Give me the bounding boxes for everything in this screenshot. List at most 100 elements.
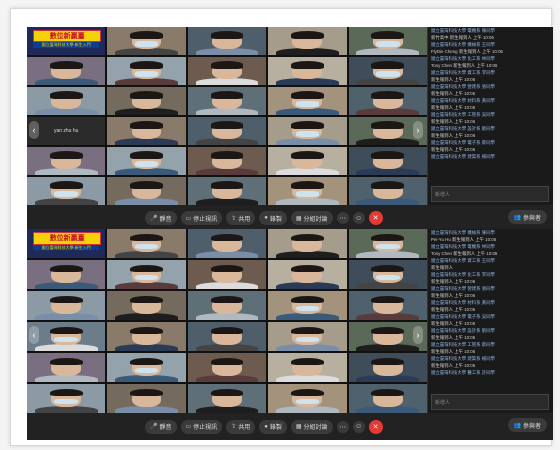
face-mask: [295, 305, 320, 312]
chat-message: 國立臺灣科技大學 設計系 劉同學: [431, 126, 495, 131]
participant-video-tile: [268, 229, 347, 258]
participant-hair: [49, 264, 83, 273]
chat-message: 新生報到人 上午 10:06: [431, 363, 476, 368]
participant-hair: [210, 233, 244, 242]
participant-hair: [290, 264, 324, 273]
slide-banner-text: 數位新贏臺: [49, 33, 85, 41]
participant-hair: [371, 181, 405, 189]
chat-panel-bottom: 國立臺灣科技大學 機械系 陳同學 Pei-Yu Hu 新生報到人 上午 10:06…: [427, 229, 553, 413]
chat-message: 新生報到人 上午 10:06: [431, 105, 476, 110]
participants-icon: 👥: [513, 422, 521, 429]
participant-hair: [130, 326, 164, 335]
participant-video-tile: [268, 260, 347, 289]
stop-video-button[interactable]: ▭ 停止視訊: [180, 211, 223, 225]
record-button[interactable]: ● 錄製: [259, 419, 287, 434]
participant-body: [276, 168, 339, 175]
gallery-next-button[interactable]: ›: [413, 326, 423, 345]
face-mask: [54, 191, 78, 197]
participant-body: [276, 198, 339, 205]
share-button[interactable]: ⇧ 共用: [226, 419, 256, 434]
face-mask: [295, 336, 320, 343]
participants-icon: 👥: [513, 214, 521, 221]
chat-input[interactable]: 新增人: [431, 186, 549, 202]
participant-video-tile: [187, 291, 267, 320]
participant-video-tile: [107, 229, 186, 258]
gallery-prev-button[interactable]: ‹: [29, 326, 39, 345]
participant-video-tile: [348, 384, 427, 413]
face-mask: [134, 274, 159, 281]
more-icon[interactable]: ⋯: [336, 212, 349, 224]
breakout-icon: ▦: [295, 424, 302, 430]
chat-message: Pei-Yu Hu 新生報到人 上午 10:06: [431, 237, 497, 242]
participant-body: [195, 282, 259, 289]
participant-body: [276, 48, 339, 55]
breakout-button[interactable]: ▦ 分組討論: [290, 211, 333, 225]
participant-video-tile: [187, 260, 267, 289]
participant-body: [195, 168, 259, 175]
participant-hair: [371, 91, 405, 99]
participant-hair: [130, 31, 164, 39]
participant-body: [356, 78, 420, 85]
gallery-prev-button[interactable]: ‹: [29, 120, 39, 139]
video-label: 停止視訊: [193, 216, 218, 223]
slide-strip-text: 國立臺灣科技大學 新生入門: [41, 41, 91, 47]
record-button[interactable]: ● 錄製: [259, 211, 287, 225]
participant-hair: [210, 357, 244, 366]
participant-body: [195, 48, 259, 55]
participant-body: [356, 375, 420, 382]
participant-hair: [290, 151, 324, 159]
stop-video-button[interactable]: ▭ 停止視訊: [180, 419, 223, 434]
more-icon[interactable]: ⋯: [336, 420, 349, 433]
participant-hair: [371, 388, 405, 397]
participant-body: [115, 282, 178, 289]
participant-body: [115, 198, 178, 205]
participant-body: [34, 375, 98, 382]
breakout-button[interactable]: ▦ 分組討論: [290, 419, 333, 434]
mute-button[interactable]: 🎤 靜音: [145, 211, 177, 225]
participant-video-tile: [187, 229, 267, 258]
participant-body: [195, 138, 259, 145]
chat-input[interactable]: 新增人: [431, 394, 549, 410]
participant-body: [276, 138, 339, 145]
chat-message: 新生報到人 上午 10:06: [431, 91, 476, 96]
participants-button[interactable]: 👥 參與者: [507, 418, 547, 432]
participant-hair: [49, 326, 83, 335]
participant-video-tile: [187, 353, 267, 382]
mute-button[interactable]: 🎤 靜音: [145, 419, 177, 434]
chat-message: FlyDie Cheng 新生報到人 上午 10:06: [431, 49, 503, 54]
participant-video-tile: [268, 117, 347, 145]
meeting-window-top: 數位新贏臺 國立臺灣科技大學 新生入門 yan zhu hu ‹ › 國立臺灣科技大…: [27, 27, 553, 231]
chat-message: 新生報到人 上午 10:06: [431, 77, 476, 82]
chat-message: 國立臺灣科技大學 營建系 張同學: [431, 84, 495, 89]
slide-banner-text: 數位新贏臺: [49, 235, 85, 243]
participant-hair: [210, 388, 244, 397]
share-button[interactable]: ⇧ 共用: [226, 211, 256, 225]
participant-video-tile: [268, 322, 347, 351]
participant-body: [34, 168, 98, 175]
chat-message: 國立臺灣科技大學 設計系 劉同學: [431, 328, 495, 333]
participant-video-tile: [27, 353, 106, 382]
participant-video-tile: [187, 322, 267, 351]
participant-body: [34, 198, 98, 205]
leave-button[interactable]: ✕: [368, 211, 383, 225]
reactions-icon[interactable]: ☺: [352, 420, 365, 433]
face-mask: [295, 101, 320, 107]
participant-body: [115, 78, 178, 85]
participant-hair: [371, 151, 405, 159]
leave-button[interactable]: ✕: [368, 419, 383, 434]
gallery-next-button[interactable]: ›: [413, 120, 423, 139]
participant-video-tile: [187, 384, 267, 413]
participant-body: [115, 344, 178, 351]
chat-message: 新生報到人 上午 10:06: [431, 279, 476, 284]
participant-body: [195, 108, 259, 115]
participant-body: [356, 282, 420, 289]
participant-hair: [210, 326, 244, 335]
participant-video-tile: [27, 147, 106, 175]
participants-button[interactable]: 👥 參與者: [507, 210, 547, 224]
face-mask: [295, 131, 320, 137]
reactions-icon[interactable]: ☺: [352, 212, 365, 224]
participant-hair: [290, 326, 324, 335]
participant-video-tile: [348, 260, 427, 289]
participant-video-tile: [348, 177, 427, 205]
participant-video-tile: [107, 117, 186, 145]
